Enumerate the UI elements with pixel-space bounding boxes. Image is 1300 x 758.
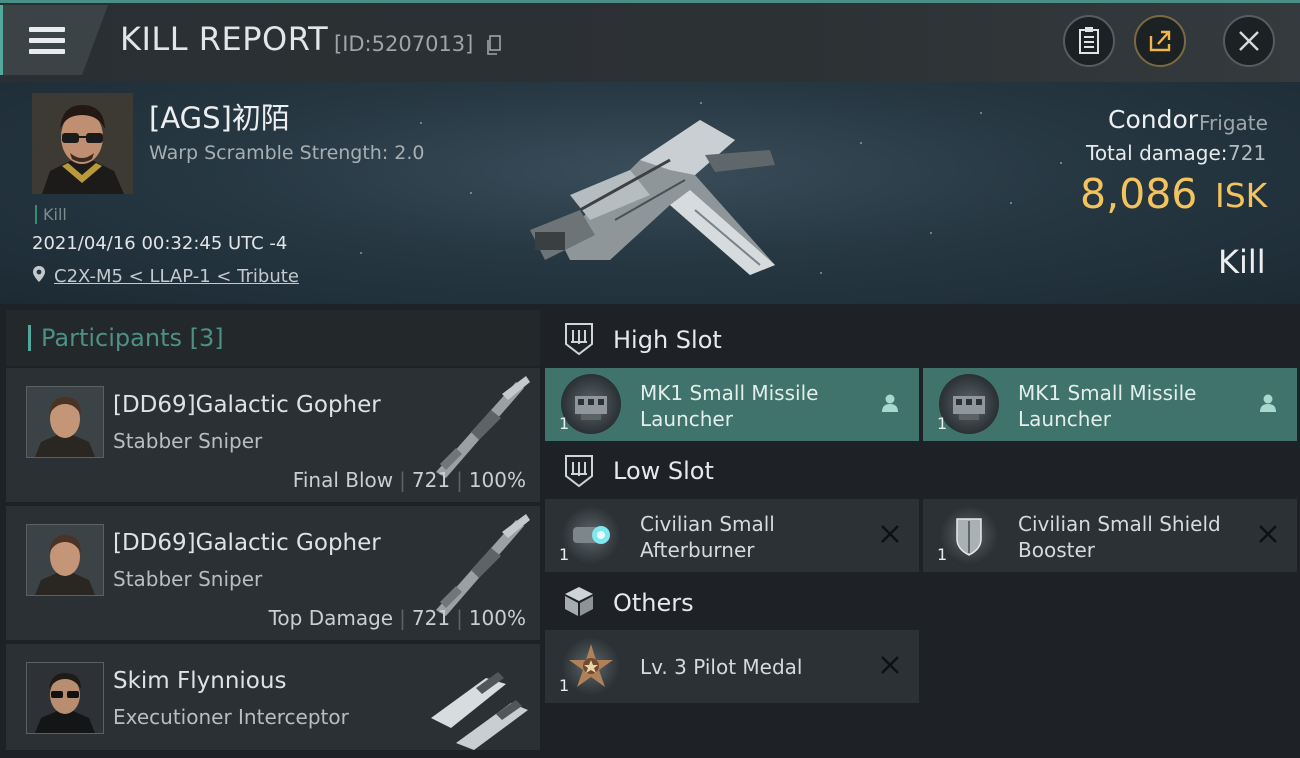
module-card[interactable]: 1 Lv. 3 Pilot Medal bbox=[545, 630, 919, 703]
close-button[interactable] bbox=[1223, 15, 1275, 67]
module-card[interactable]: 1 Civilian Small Afterburner bbox=[545, 499, 919, 572]
cargo-box-icon bbox=[565, 587, 593, 616]
module-name: Civilian Small Shield Booster bbox=[1018, 512, 1221, 562]
participant-ship: Stabber Sniper bbox=[113, 567, 263, 591]
module-name: MK1 Small Missile Launcher bbox=[1018, 381, 1197, 431]
participant-card[interactable]: Skim Flynnious Executioner Interceptor bbox=[6, 644, 540, 750]
total-damage-value: 721 bbox=[1228, 141, 1267, 165]
afterburner-icon bbox=[561, 505, 621, 565]
missile-launcher-icon bbox=[561, 374, 621, 434]
shield-booster-icon bbox=[939, 505, 999, 565]
close-icon bbox=[1239, 31, 1259, 51]
participant-stats: Top Damage | 721 | 100% bbox=[268, 606, 526, 630]
destroyed-x-icon bbox=[881, 656, 899, 674]
participant-name: [DD69]Galactic Gopher bbox=[113, 392, 381, 418]
high-slot-icon bbox=[565, 323, 593, 356]
module-name: Lv. 3 Pilot Medal bbox=[640, 655, 803, 679]
isk-unit: ISK bbox=[1215, 176, 1268, 215]
isk-value: 8,086 bbox=[1080, 170, 1198, 218]
weapon-icon bbox=[436, 376, 530, 478]
participant-damage: 721 bbox=[411, 606, 451, 630]
module-name: Civilian Small Afterburner bbox=[640, 512, 775, 562]
victim-name[interactable]: [AGS]初陌 bbox=[149, 95, 290, 137]
location-pin-icon bbox=[33, 266, 45, 282]
module-quantity: 1 bbox=[559, 414, 570, 433]
module-quantity: 1 bbox=[559, 545, 570, 564]
report-id: [ID:5207013] bbox=[334, 32, 474, 56]
share-button[interactable] bbox=[1134, 15, 1186, 67]
ship-class: Frigate bbox=[1199, 111, 1268, 135]
module-quantity: 1 bbox=[937, 545, 948, 564]
warp-scramble-strength: Warp Scramble Strength: 2.0 bbox=[149, 142, 425, 164]
destroyed-x-icon bbox=[1259, 525, 1277, 543]
participants-title: Participants [3] bbox=[41, 324, 224, 352]
weapon-icon bbox=[431, 672, 528, 750]
copy-icon[interactable] bbox=[486, 35, 502, 55]
module-card[interactable]: 1 MK1 Small Missile Launcher bbox=[545, 368, 919, 441]
participant-role: Final Blow bbox=[292, 468, 394, 492]
victim-avatar[interactable] bbox=[32, 93, 133, 194]
missile-launcher-icon bbox=[939, 374, 999, 434]
participant-avatar bbox=[26, 524, 104, 596]
clipboard-icon bbox=[1079, 27, 1099, 54]
clipboard-button[interactable] bbox=[1063, 15, 1115, 67]
participant-percent: 100% bbox=[468, 468, 526, 492]
destroyed-x-icon bbox=[881, 525, 899, 543]
module-name: MK1 Small Missile Launcher bbox=[640, 381, 819, 431]
participant-card[interactable]: [DD69]Galactic Gopher Stabber Sniper Top… bbox=[6, 506, 540, 640]
participant-damage: 721 bbox=[411, 468, 451, 492]
module-quantity: 1 bbox=[559, 676, 570, 695]
person-icon bbox=[882, 394, 898, 412]
participant-name: [DD69]Galactic Gopher bbox=[113, 530, 381, 556]
participant-stats: Final Blow | 721 | 100% bbox=[292, 468, 526, 492]
high-slot-title: High Slot bbox=[613, 326, 722, 354]
others-title: Others bbox=[613, 589, 694, 617]
page-title: KILL REPORT bbox=[120, 20, 329, 58]
low-slot-title: Low Slot bbox=[613, 457, 714, 485]
pilot-medal-icon bbox=[561, 636, 621, 696]
ship-name[interactable]: Condor bbox=[1108, 105, 1198, 134]
total-damage-label: Total damage: bbox=[1086, 141, 1228, 165]
weapon-icon bbox=[436, 514, 530, 616]
kill-result: Kill bbox=[1218, 243, 1266, 281]
share-icon bbox=[1149, 30, 1171, 52]
participant-ship: Stabber Sniper bbox=[113, 429, 263, 453]
participant-card[interactable]: [DD69]Galactic Gopher Stabber Sniper Fin… bbox=[6, 368, 540, 502]
ship-render bbox=[530, 120, 775, 275]
kill-tag: Kill bbox=[35, 205, 67, 224]
kill-datetime: 2021/04/16 00:32:45 UTC -4 bbox=[32, 233, 288, 254]
participant-role: Top Damage bbox=[268, 606, 394, 630]
participant-avatar bbox=[26, 662, 104, 734]
participant-ship: Executioner Interceptor bbox=[113, 705, 349, 729]
location-link[interactable]: C2X-M5 < LLAP-1 < Tribute bbox=[54, 266, 299, 287]
low-slot-icon bbox=[565, 455, 593, 488]
module-quantity: 1 bbox=[937, 414, 948, 433]
module-card[interactable]: 1 MK1 Small Missile Launcher bbox=[923, 368, 1297, 441]
participant-avatar bbox=[26, 386, 104, 458]
participant-percent: 100% bbox=[468, 606, 526, 630]
module-card[interactable]: 1 Civilian Small Shield Booster bbox=[923, 499, 1297, 572]
person-icon bbox=[1260, 394, 1276, 412]
participant-name: Skim Flynnious bbox=[113, 668, 287, 694]
